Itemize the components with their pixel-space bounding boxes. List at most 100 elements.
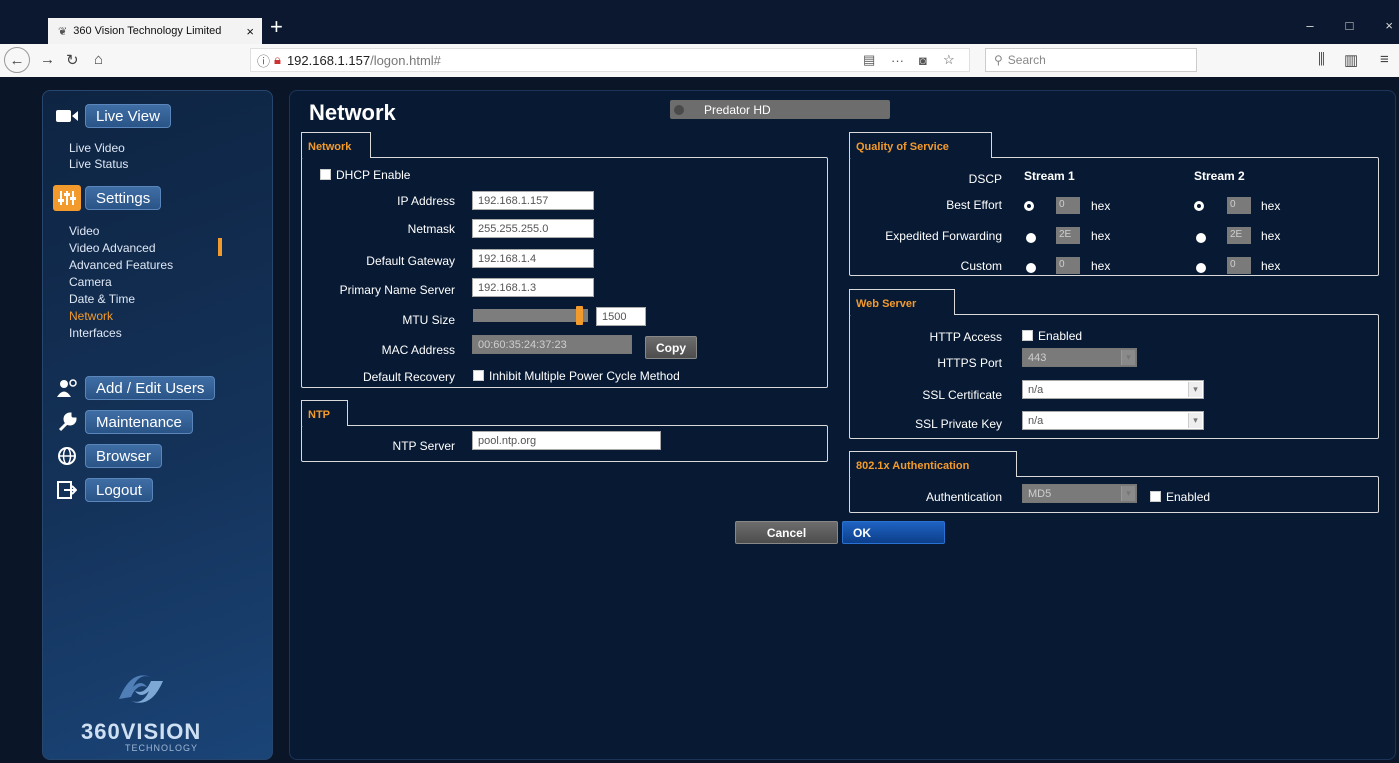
best-effort-s2-radio[interactable] <box>1194 201 1204 211</box>
device-status-icon <box>674 104 684 115</box>
custom-s1-hex[interactable]: 0 <box>1056 257 1080 274</box>
page-title: Network <box>309 100 396 125</box>
sidebar-logout[interactable]: Logout <box>53 477 153 503</box>
authentication-value: MD5 <box>1028 488 1052 500</box>
ntp-server-input[interactable]: pool.ntp.org <box>472 431 661 450</box>
sidebar: Live View Live Video Live Status Setting… <box>42 90 273 760</box>
sidebar-maintenance[interactable]: Maintenance <box>53 409 193 435</box>
custom-s1-radio[interactable] <box>1026 263 1036 273</box>
home-icon[interactable]: ⌂ <box>94 51 103 68</box>
copy-button[interactable]: Copy <box>645 336 697 359</box>
authentication-label: Authentication <box>925 490 1002 504</box>
mac-input: 00:60:35:24:37:23 <box>472 335 632 354</box>
ntp-server-label: NTP Server <box>392 439 455 453</box>
add-edit-users-label: Add / Edit Users <box>85 376 216 400</box>
tab-title: 360 Vision Technology Limited <box>73 25 222 37</box>
dhcp-checkbox[interactable] <box>320 169 331 180</box>
url-bar[interactable]: ⓘ 🔒︎ 192.168.1.157/logon.html# ▤ ··· ◙ ☆ <box>250 48 970 72</box>
dscp-label: DSCP <box>968 172 1002 186</box>
page-actions-icon[interactable]: ··· <box>891 53 904 68</box>
reload-icon[interactable]: ↻ <box>66 51 79 69</box>
bookmark-star-icon[interactable]: ☆ <box>943 52 955 68</box>
best-effort-s1-hex[interactable]: 0 <box>1056 197 1080 214</box>
ip-address-input[interactable]: 192.168.1.157 <box>472 191 594 210</box>
hex-label: hex <box>1091 229 1111 243</box>
globe-icon <box>53 443 81 469</box>
chevron-down-icon: ▾ <box>1121 350 1135 365</box>
best-effort-s1-radio[interactable] <box>1024 201 1034 211</box>
sidebar-item-interfaces[interactable]: Interfaces <box>69 326 122 340</box>
sidebar-item-advanced-features[interactable]: Advanced Features <box>69 258 173 272</box>
sidebar-item-live-video[interactable]: Live Video <box>69 141 125 155</box>
sliders-icon <box>53 185 81 211</box>
close-window-icon[interactable]: × <box>1385 18 1393 33</box>
http-enabled-checkbox[interactable] <box>1022 330 1033 341</box>
maximize-icon[interactable]: □ <box>1346 18 1354 33</box>
insecure-lock-icon: 🔒︎ <box>274 52 281 67</box>
pocket-icon[interactable]: ◙ <box>919 53 927 68</box>
sidebar-browser[interactable]: Browser <box>53 443 163 469</box>
sidebar-settings[interactable]: Settings <box>53 185 162 211</box>
ef-s2-radio[interactable] <box>1196 233 1206 243</box>
info-icon[interactable]: ⓘ <box>257 51 270 70</box>
tab-network[interactable]: Network <box>301 132 371 158</box>
inhibit-checkbox[interactable] <box>473 370 484 381</box>
live-view-label: Live View <box>85 104 171 128</box>
netmask-input[interactable]: 255.255.255.0 <box>472 219 594 238</box>
sidebar-item-video-advanced[interactable]: Video Advanced <box>69 241 156 255</box>
sidebar-item-network[interactable]: Network <box>69 309 113 323</box>
sidebar-item-live-status[interactable]: Live Status <box>69 157 128 171</box>
ef-s1-hex[interactable]: 2E <box>1056 227 1080 244</box>
mtu-input[interactable]: 1500 <box>596 307 646 326</box>
tab-favicon-icon: ❦ <box>58 25 68 38</box>
stream1-header: Stream 1 <box>1024 169 1075 183</box>
sidebar-toggle-icon[interactable]: ▥ <box>1344 51 1358 69</box>
expedited-forwarding-label: Expedited Forwarding <box>885 229 1002 243</box>
auth-enabled-checkbox[interactable] <box>1150 491 1161 502</box>
cancel-button[interactable]: Cancel <box>735 521 838 544</box>
tab-ntp[interactable]: NTP <box>301 400 348 426</box>
minimize-icon[interactable]: – <box>1306 18 1313 33</box>
browser-tab[interactable]: ❦ 360 Vision Technology Limited × <box>48 18 262 44</box>
sidebar-item-date-time[interactable]: Date & Time <box>69 292 135 306</box>
sidebar-item-camera[interactable]: Camera <box>69 275 112 289</box>
sidebar-live-view[interactable]: Live View <box>53 103 171 129</box>
inhibit-label: Inhibit Multiple Power Cycle Method <box>489 369 680 383</box>
forward-icon[interactable]: → <box>40 51 55 68</box>
custom-label: Custom <box>960 259 1002 273</box>
hex-label: hex <box>1091 259 1111 273</box>
gateway-label: Default Gateway <box>366 254 455 268</box>
new-tab-button[interactable]: + <box>270 14 283 40</box>
best-effort-s2-hex[interactable]: 0 <box>1227 197 1251 214</box>
ssl-certificate-select[interactable]: n/a ▾ <box>1022 380 1204 399</box>
search-input[interactable]: ⚲ Search <box>985 48 1197 72</box>
dns-input[interactable]: 192.168.1.3 <box>472 278 594 297</box>
ssl-key-select[interactable]: n/a ▾ <box>1022 411 1204 430</box>
sidebar-add-edit-users[interactable]: Add / Edit Users <box>53 375 216 401</box>
tab-802-1x[interactable]: 802.1x Authentication <box>849 451 1017 477</box>
gateway-input[interactable]: 192.168.1.4 <box>472 249 594 268</box>
dhcp-label: DHCP Enable <box>336 168 411 182</box>
tab-close-icon[interactable]: × <box>246 24 254 39</box>
custom-s2-hex[interactable]: 0 <box>1227 257 1251 274</box>
ok-button[interactable]: OK <box>842 521 945 544</box>
url-host: 192.168.1.157 <box>286 52 371 68</box>
ef-s2-hex[interactable]: 2E <box>1227 227 1251 244</box>
ef-s1-radio[interactable] <box>1026 233 1036 243</box>
recovery-label: Default Recovery <box>362 370 455 384</box>
mtu-slider-thumb[interactable] <box>576 306 583 325</box>
library-icon[interactable]: ⫼ <box>1318 51 1325 68</box>
custom-s2-radio[interactable] <box>1196 263 1206 273</box>
tab-qos[interactable]: Quality of Service <box>849 132 992 158</box>
window-controls: – □ × <box>1306 18 1393 33</box>
tab-web-server[interactable]: Web Server <box>849 289 955 315</box>
reader-view-icon[interactable]: ▤ <box>863 52 875 68</box>
device-name-bar: Predator HD <box>670 100 890 119</box>
mtu-slider-track[interactable] <box>473 306 588 325</box>
wrench-icon <box>53 409 81 435</box>
menu-icon[interactable]: ≡ <box>1380 51 1389 68</box>
ip-address-label: IP Address <box>397 194 455 208</box>
video-camera-icon <box>53 103 81 129</box>
back-icon[interactable]: ← <box>4 47 30 73</box>
sidebar-item-video[interactable]: Video <box>69 224 99 238</box>
